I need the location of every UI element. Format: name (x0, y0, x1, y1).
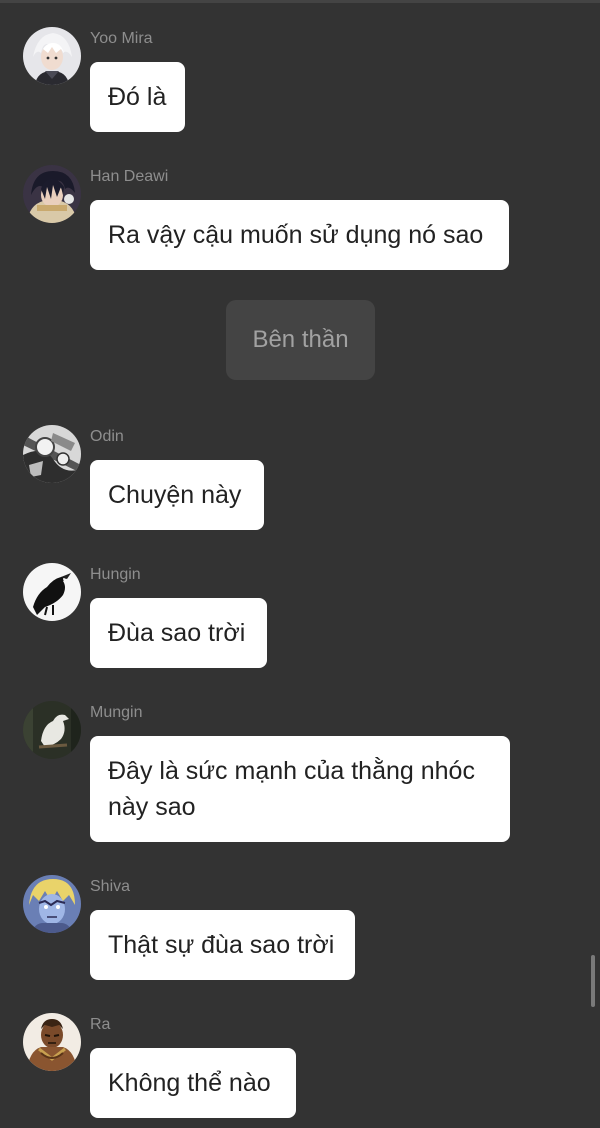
sender-name: Ra (90, 1016, 111, 1033)
blonde-character-avatar-icon[interactable] (23, 875, 81, 933)
scrollbar-thumb[interactable] (591, 955, 595, 1007)
sender-name: Shiva (90, 878, 131, 895)
sender-name: Hungin (90, 566, 141, 583)
warrior-character-avatar-icon[interactable] (23, 1013, 81, 1071)
sender-name: Yoo Mira (90, 30, 153, 47)
narration-box: Bên thần (226, 300, 375, 380)
message-bubble: Đùa sao trời (90, 598, 267, 668)
white-raven-avatar-icon[interactable] (23, 701, 81, 759)
dark-haired-character-avatar-icon[interactable] (23, 165, 81, 223)
sender-name: Odin (90, 428, 124, 445)
chat-message: Yoo Mira Đó là (0, 27, 600, 137)
message-bubble: Chuyện này (90, 460, 264, 530)
message-bubble: Ra vậy cậu muốn sử dụng nó sao (90, 200, 509, 270)
chat-message: Shiva Thật sự đùa sao trời (0, 875, 600, 985)
message-bubble: Thật sự đùa sao trời (90, 910, 355, 980)
black-crow-avatar-icon[interactable] (23, 563, 81, 621)
manga-panel-avatar-icon[interactable] (23, 425, 81, 483)
chat-message: Hungin Đùa sao trời (0, 563, 600, 673)
chat-message: Ra Không thể nào (0, 1013, 600, 1123)
chat-message: Mungin Đây là sức mạnh của thằng nhóc nà… (0, 701, 600, 847)
chat-message: Odin Chuyện này (0, 425, 600, 535)
message-bubble: Đó là (90, 62, 185, 132)
white-haired-character-avatar-icon[interactable] (23, 27, 81, 85)
message-bubble: Không thể nào (90, 1048, 296, 1118)
sender-name: Han Deawi (90, 168, 169, 185)
message-bubble: Đây là sức mạnh của thằng nhóc này sao (90, 736, 510, 842)
top-border (0, 0, 600, 3)
chat-message: Han Deawi Ra vậy cậu muốn sử dụng nó sao (0, 165, 600, 275)
sender-name: Mungin (90, 704, 143, 721)
